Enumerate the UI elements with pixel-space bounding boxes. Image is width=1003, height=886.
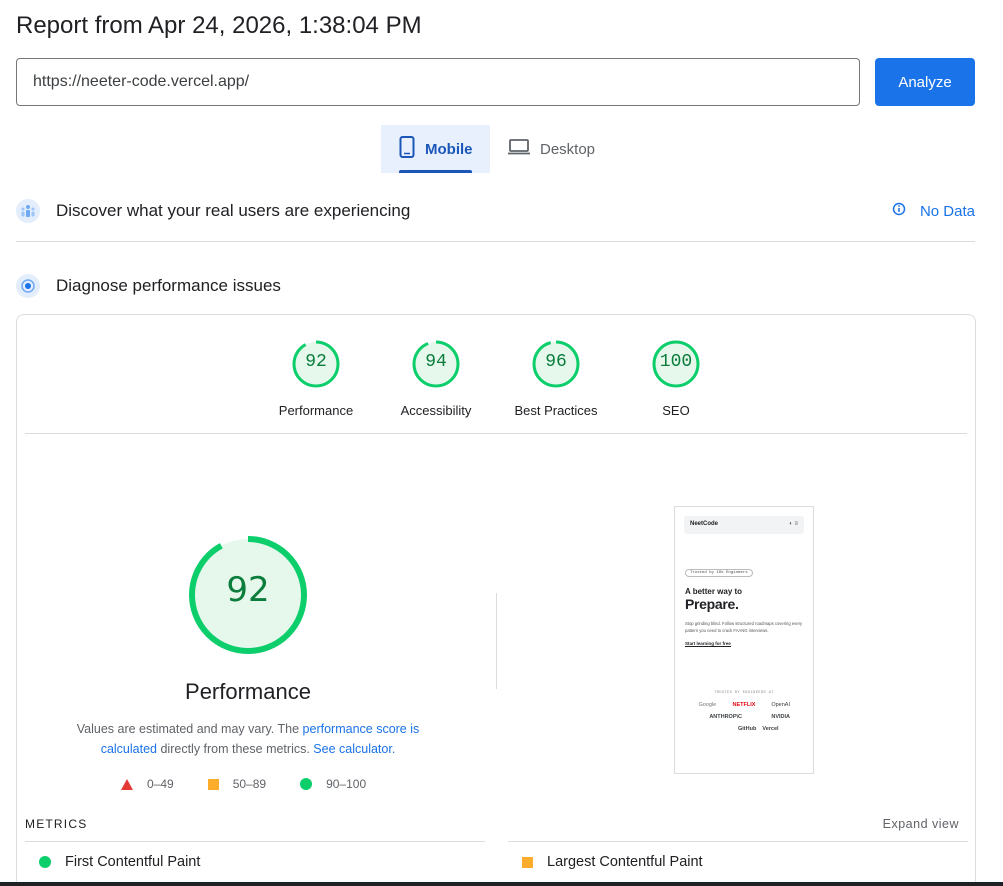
- gauge-ring: 96: [531, 339, 581, 389]
- gauge-ring: 94: [411, 339, 461, 389]
- legend-fail: 0–49: [121, 777, 174, 791]
- pass-circle-icon: [39, 856, 51, 868]
- screenshot-menu-icon: ◐ ≡: [789, 521, 798, 527]
- gauge-score: 96: [545, 352, 567, 372]
- legend-range: 0–49: [147, 777, 174, 791]
- tab-mobile[interactable]: Mobile: [381, 125, 490, 173]
- page-title: Report from Apr 24, 2026, 1:38:04 PM: [16, 12, 422, 39]
- info-icon: [892, 202, 906, 220]
- metric-name: Largest Contentful Paint: [547, 854, 703, 870]
- score-legend: 0–49 50–89 90–100: [121, 777, 366, 791]
- laptop-icon: [508, 139, 530, 159]
- tab-desktop-label: Desktop: [540, 140, 596, 158]
- gauge-label: Best Practices: [514, 403, 598, 418]
- logo-anthropic: ANTHROP\C: [709, 714, 743, 720]
- expand-view-toggle[interactable]: Expand view: [883, 817, 959, 831]
- gauge-label: Accessibility: [400, 403, 472, 418]
- metrics-divider: [508, 841, 968, 842]
- gauge-label: SEO: [662, 403, 690, 418]
- diagnose-icon: [16, 274, 40, 298]
- screenshot-header: NeetCode ◐ ≡: [684, 516, 804, 534]
- final-screenshot[interactable]: NeetCode ◐ ≡ Trusted by 10k Engineers A …: [674, 506, 814, 774]
- gauge-ring: 100: [651, 339, 701, 389]
- phone-icon: [399, 136, 415, 162]
- circle-icon: [300, 778, 313, 790]
- screenshot-link: Start learning for free: [685, 641, 731, 647]
- screenshot-heading-small: A better way to: [685, 587, 743, 596]
- performance-description: Values are estimated and may vary. The p…: [63, 719, 433, 759]
- see-calculator-link[interactable]: See calculator.: [313, 742, 395, 756]
- no-data-status[interactable]: No Data: [892, 202, 975, 220]
- gauge-accessibility[interactable]: 94 Accessibility: [376, 339, 496, 418]
- screenshot-pill: Trusted by 10k Engineers: [685, 569, 753, 577]
- gauge-label: Performance: [278, 403, 354, 418]
- logo-vercel: Vercel: [762, 726, 779, 732]
- performance-score: 92: [226, 570, 270, 610]
- legend-range: 90–100: [326, 777, 367, 791]
- metrics-label: METRICS: [25, 817, 88, 831]
- section-divider: [16, 241, 975, 242]
- panel-divider: [25, 433, 967, 434]
- legend-average: 50–89: [207, 777, 267, 791]
- bottom-edge-bar: [0, 882, 1003, 886]
- legend-pass: 90–100: [300, 777, 366, 791]
- screenshot-heading-big: Prepare.: [685, 596, 739, 612]
- logo-github: GitHub: [737, 726, 757, 732]
- triangle-icon: [121, 778, 133, 790]
- screenshot-trusted: TRUSTED BY ENGINEERS AT: [714, 691, 774, 695]
- gauge-performance[interactable]: 92 Performance: [256, 339, 376, 418]
- metric-lcp: Largest Contentful Paint: [522, 854, 703, 870]
- performance-gauge: 92: [187, 534, 309, 656]
- screenshot-body: Stop grinding blind. Follow structured r…: [685, 621, 803, 633]
- gauge-ring: 92: [291, 339, 341, 389]
- gauge-score: 94: [425, 352, 447, 372]
- legend-range: 50–89: [232, 777, 267, 791]
- lab-data-panel: 92 Performance 94 Accessibility 96 Best …: [16, 314, 976, 886]
- logo-openai: OpenAI: [771, 702, 790, 708]
- logo-nvidia: NVIDIA: [771, 714, 790, 720]
- metric-fcp: First Contentful Paint: [39, 854, 200, 870]
- no-data-label: No Data: [919, 202, 975, 220]
- tab-mobile-label: Mobile: [425, 140, 473, 158]
- logo-netflix: NETFLIX: [732, 702, 756, 708]
- average-square-icon: [522, 856, 533, 868]
- screenshot-logos: Google NETFLIX OpenAI ANTHROP\C NVIDIA G…: [675, 702, 813, 732]
- lab-data-title: Diagnose performance issues: [56, 276, 281, 295]
- url-input[interactable]: [16, 58, 860, 106]
- gauge-score: 100: [659, 352, 693, 372]
- performance-title: Performance: [185, 679, 311, 704]
- gauge-seo[interactable]: 100 SEO: [616, 339, 736, 418]
- tab-desktop[interactable]: Desktop: [490, 125, 613, 173]
- square-icon: [207, 778, 219, 790]
- screenshot-brand: NeetCode: [690, 521, 719, 527]
- gauge-score: 92: [305, 352, 327, 372]
- lab-data-header: Diagnose performance issues: [16, 273, 975, 299]
- metrics-divider: [25, 841, 485, 842]
- analyze-button[interactable]: Analyze: [875, 58, 975, 106]
- users-icon: [16, 199, 40, 223]
- metric-name: First Contentful Paint: [65, 854, 201, 870]
- field-data-header[interactable]: Discover what your real users are experi…: [16, 198, 975, 224]
- desc-text: directly from these metrics.: [157, 742, 314, 756]
- vertical-divider: [496, 593, 497, 689]
- logo-google: Google: [698, 702, 717, 708]
- field-data-title: Discover what your real users are experi…: [56, 201, 411, 220]
- gauge-best-practices[interactable]: 96 Best Practices: [496, 339, 616, 418]
- desc-text: Values are estimated and may vary. The: [76, 722, 303, 736]
